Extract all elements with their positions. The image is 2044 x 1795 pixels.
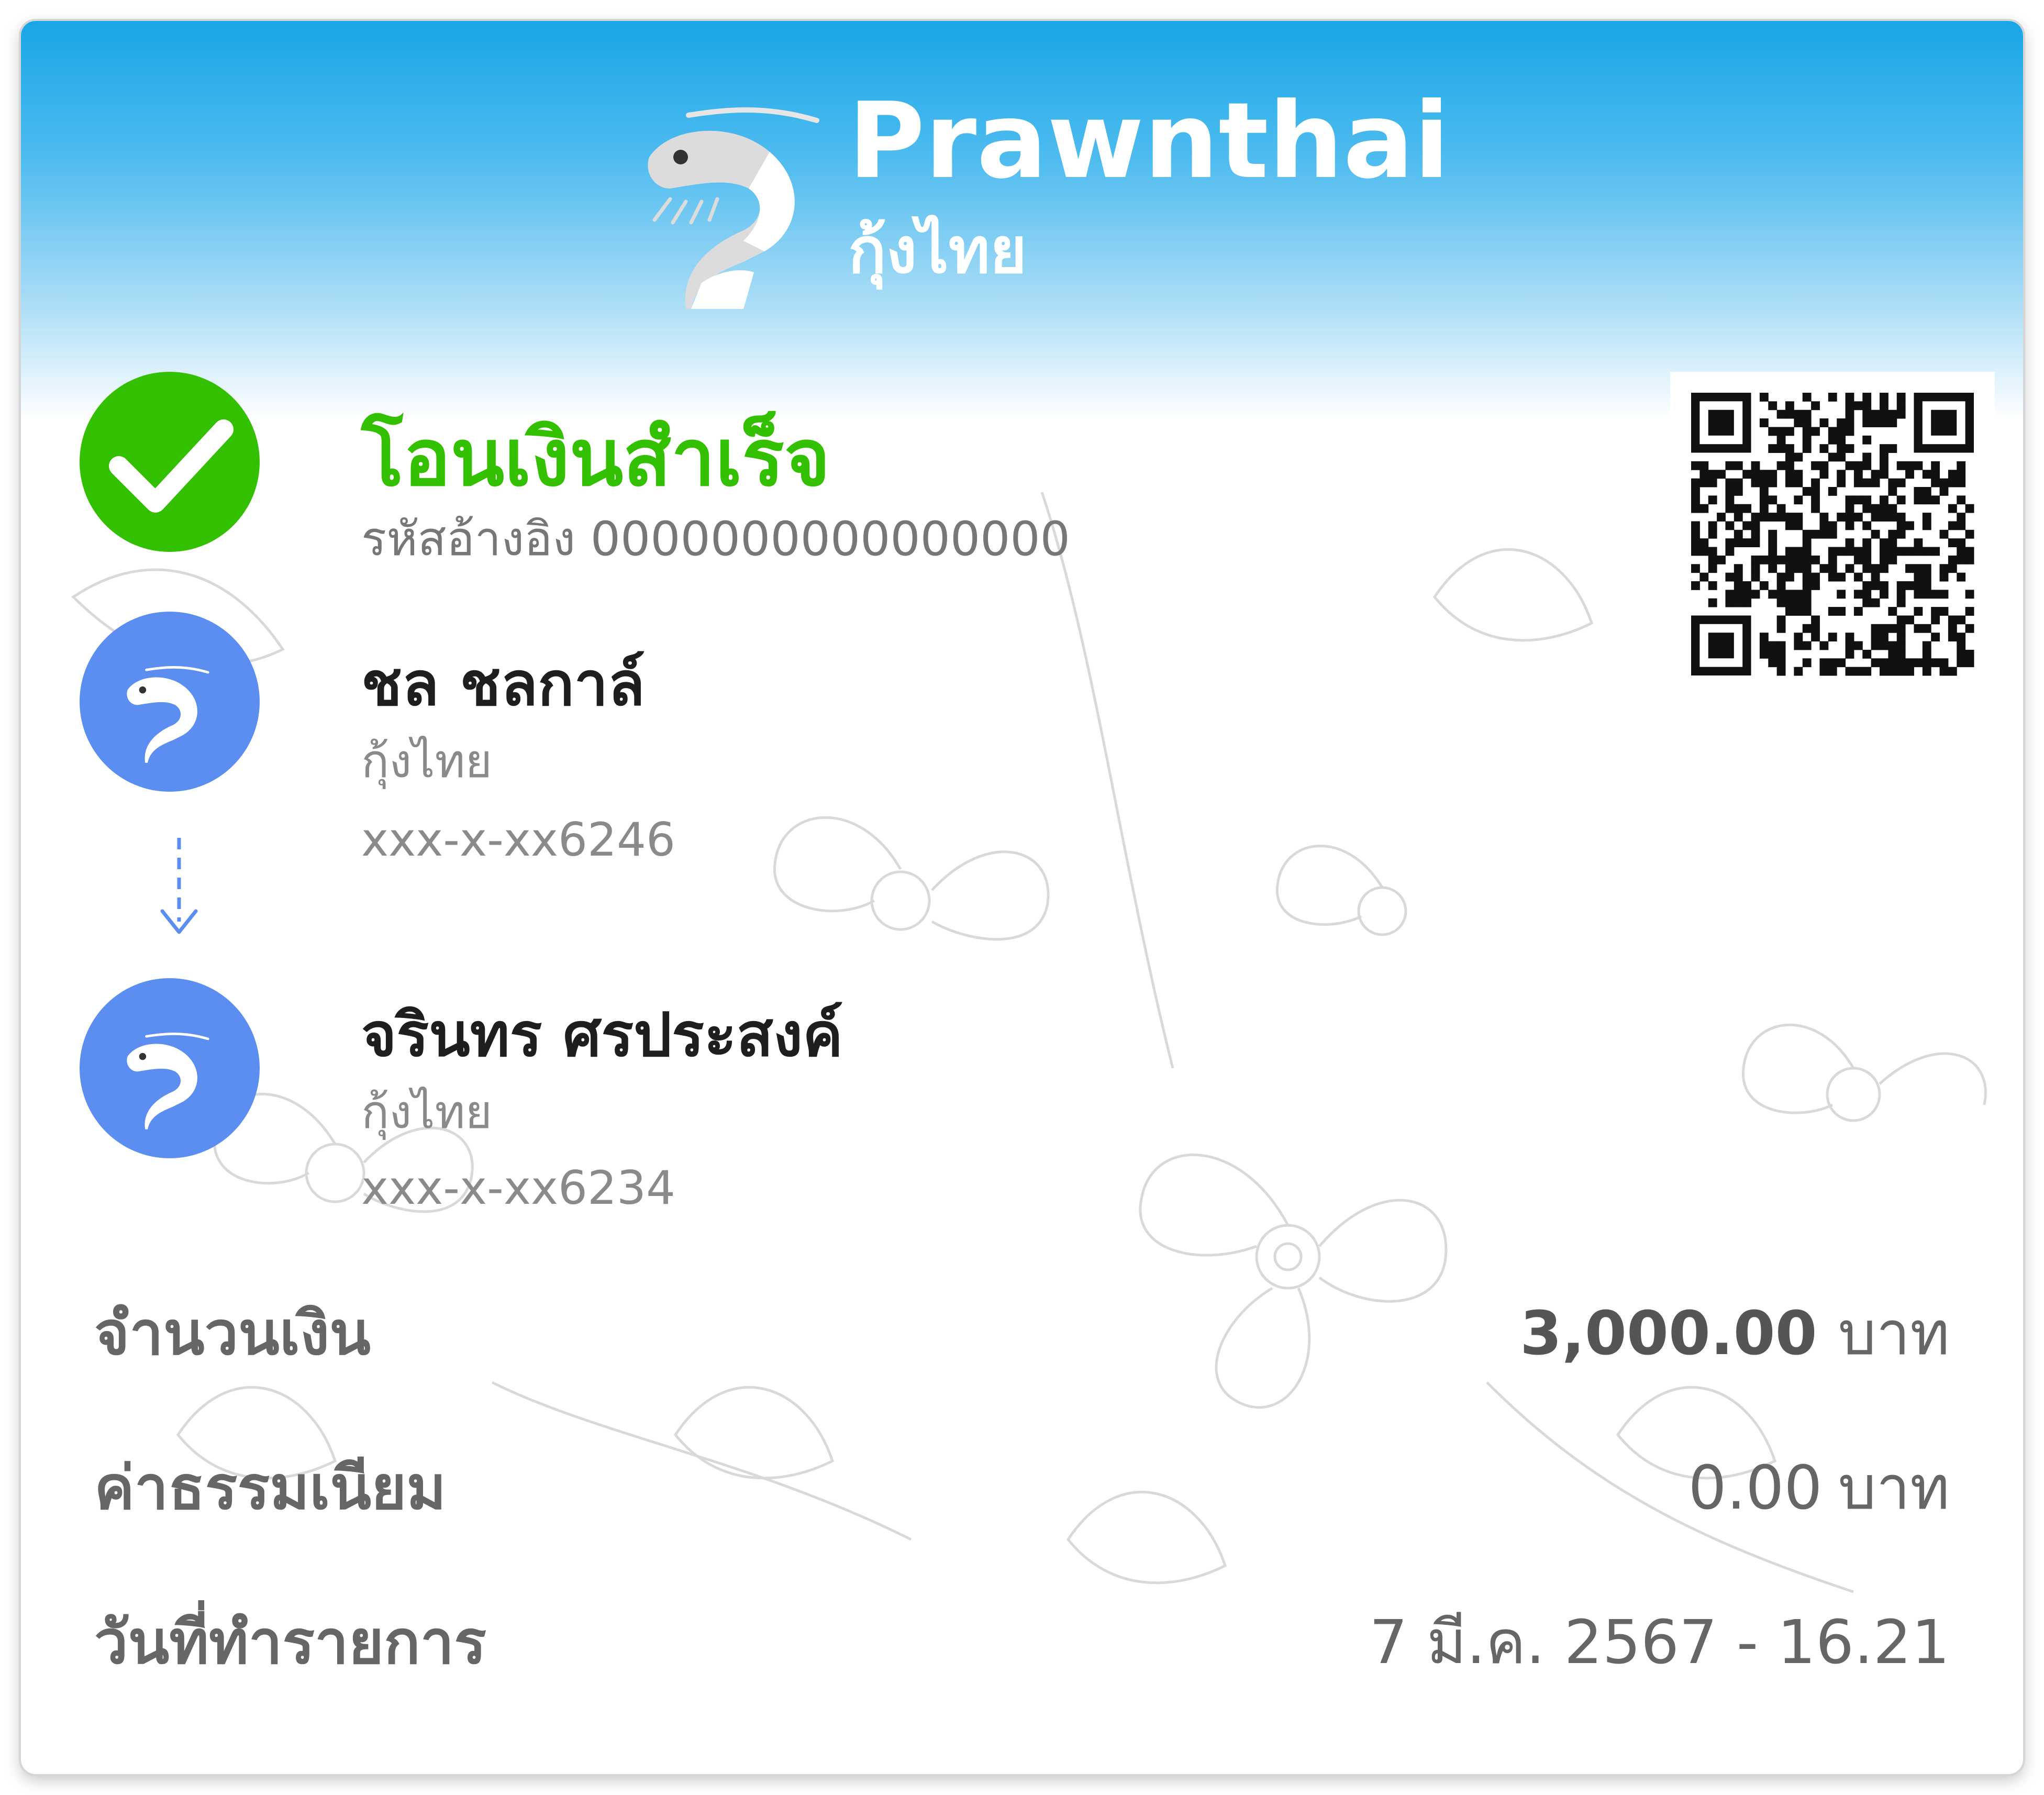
sender-bank-avatar — [80, 612, 260, 792]
receiver-account: xxx-x-xx6234 — [361, 1161, 675, 1215]
brand-subtitle: กุ้งไทย — [848, 215, 1027, 287]
amount-value: 3,000.00 — [1520, 1299, 1817, 1369]
brand-name: Prawnthai — [848, 80, 1450, 202]
date-label: วันที่ทำรายการ — [94, 1608, 487, 1678]
reference-line: รหัสอ้างอิง 0000000000000000 — [361, 516, 1070, 563]
qr-code-icon[interactable] — [1670, 372, 1995, 696]
reference-value[interactable]: 0000000000000000 — [591, 512, 1070, 567]
sender-name: ชล ชลกาล์ — [361, 649, 645, 719]
check-circle-icon — [80, 372, 260, 552]
date-value: 7 มี.ค. 2567 - 16.21 — [1369, 1608, 1950, 1678]
fee-value-group: 0.00 บาท — [1688, 1458, 1950, 1519]
reference-label: รหัสอ้างอิง — [361, 512, 576, 567]
fee-value: 0.00 — [1688, 1453, 1823, 1523]
prawn-logo-icon — [648, 107, 819, 309]
status-title: โอนเงินสำเร็จ — [361, 413, 830, 504]
transfer-arrow-down-icon — [160, 838, 198, 934]
amount-label: จำนวนเงิน — [94, 1299, 371, 1369]
receiver-bank-avatar — [80, 978, 260, 1158]
sender-account: xxx-x-xx6246 — [361, 813, 675, 867]
transfer-slip: Prawnthai กุ้งไทย โอนเงินสำเร็จ รหัสอ้าง… — [21, 21, 2023, 1774]
receiver-name: จรินทร ศรประสงค์ — [361, 1000, 843, 1070]
amount-unit: บาท — [1838, 1299, 1950, 1369]
fee-label: ค่าธรรมเนียม — [94, 1453, 447, 1523]
receiver-bank: กุ้งไทย — [361, 1085, 493, 1139]
fee-unit: บาท — [1838, 1453, 1950, 1523]
amount-value-group: 3,000.00 บาท — [1520, 1304, 1950, 1364]
sender-bank: กุ้งไทย — [361, 734, 493, 788]
